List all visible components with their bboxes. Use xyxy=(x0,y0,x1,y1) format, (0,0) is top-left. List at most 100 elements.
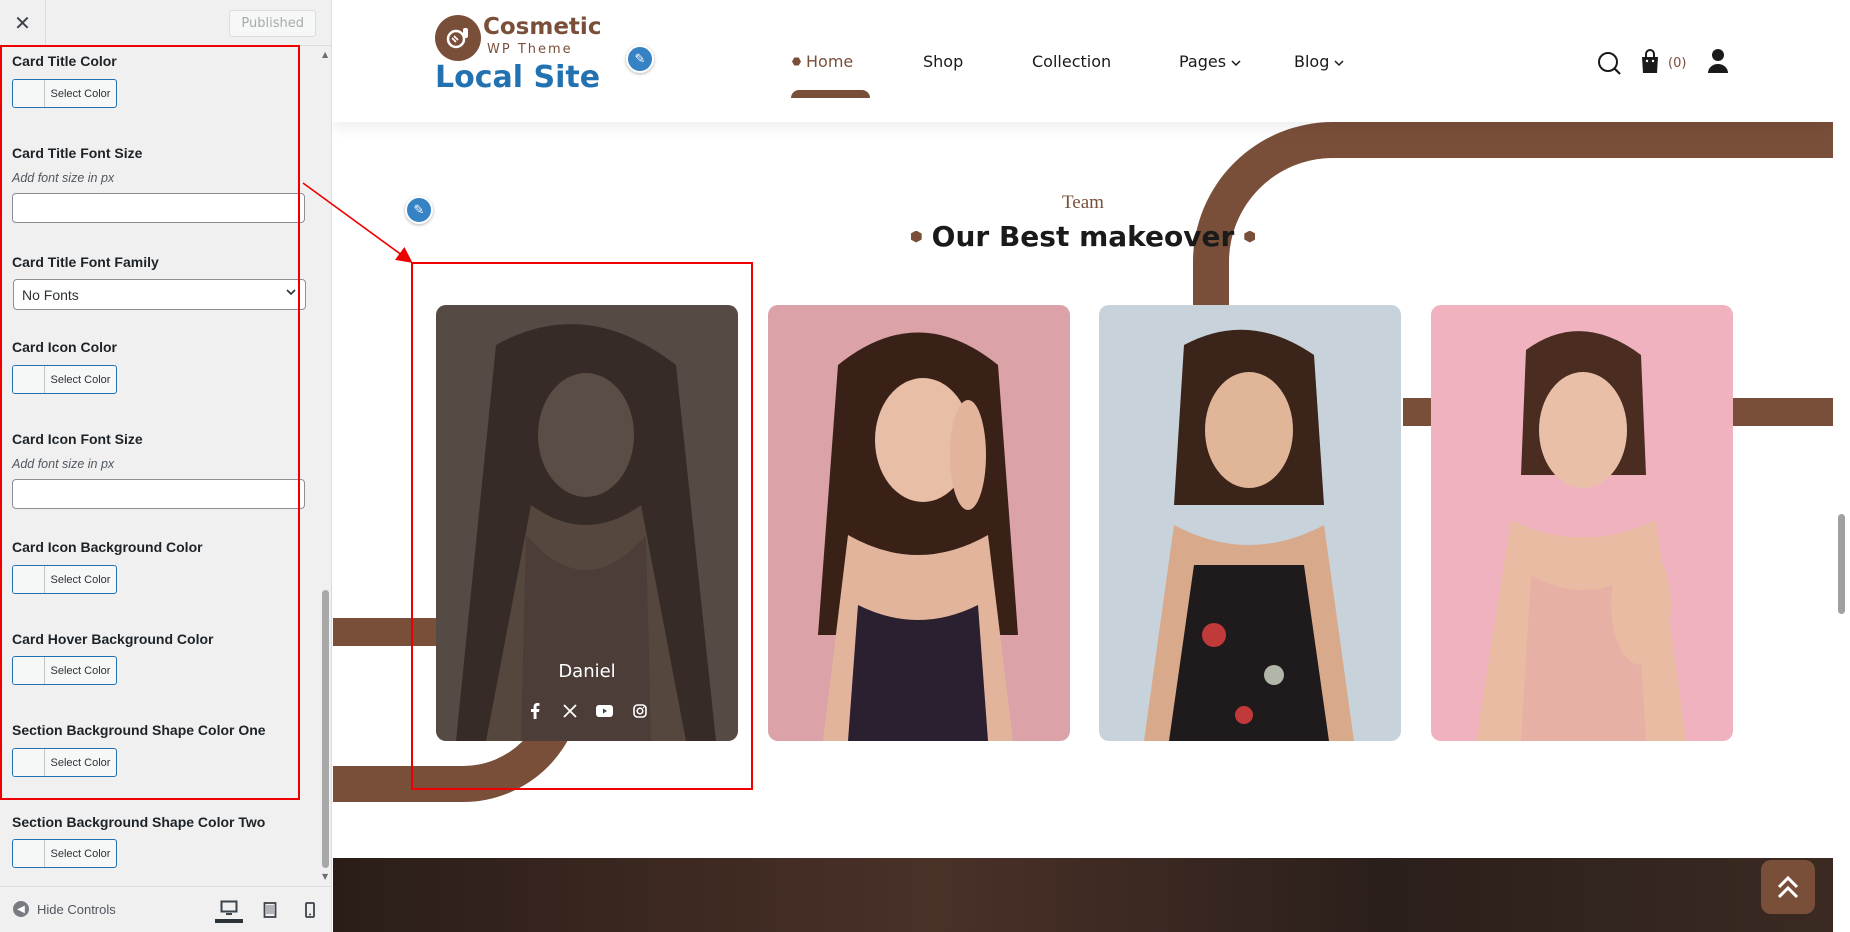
logo-subtitle: WP Theme xyxy=(487,42,573,57)
nav-label: Home xyxy=(806,52,854,71)
nav-home[interactable]: Home xyxy=(792,52,853,71)
card-hover-background-color-button[interactable]: Select Color xyxy=(12,656,117,685)
team-card[interactable]: Daniel xyxy=(436,305,738,741)
color-swatch xyxy=(13,80,45,107)
chevron-down-icon xyxy=(285,286,297,301)
control-description: Add font size in px xyxy=(12,171,115,185)
select-color-label: Select Color xyxy=(50,87,111,100)
preview-scrollbar[interactable] xyxy=(1833,0,1850,932)
control-description: Add font size in px xyxy=(12,457,115,471)
team-member-photo xyxy=(1099,305,1401,741)
search-icon[interactable] xyxy=(1596,50,1622,80)
section-title: Our Best makeover xyxy=(333,220,1833,253)
section-title-text: Our Best makeover xyxy=(931,220,1235,253)
section-shape-color-one-button[interactable]: Select Color xyxy=(12,748,117,777)
nav-blog[interactable]: Blog xyxy=(1294,52,1344,71)
nav-shop[interactable]: Shop xyxy=(923,52,963,71)
cosmetic-logo-icon xyxy=(435,15,481,61)
customizer-footer: ◀ Hide Controls xyxy=(0,886,331,932)
site-preview: Cosmetic WP Theme Local Site ✎ Home Shop… xyxy=(333,0,1850,932)
collapse-icon: ◀ xyxy=(13,901,29,917)
edit-shortcut-icon[interactable]: ✎ xyxy=(626,45,654,73)
nav-pages[interactable]: Pages xyxy=(1179,52,1241,71)
chevron-down-icon xyxy=(1334,52,1344,71)
chevron-down-icon xyxy=(1231,52,1241,71)
sidebar-scroll-thumb[interactable] xyxy=(322,590,329,868)
control-label: Card Hover Background Color xyxy=(12,631,214,647)
card-icon-color-button[interactable]: Select Color xyxy=(12,365,117,394)
color-swatch xyxy=(13,749,45,776)
team-member-photo xyxy=(768,305,1070,741)
cart-count: (0) xyxy=(1668,56,1687,71)
section-background-shape xyxy=(1733,398,1843,426)
instagram-icon[interactable] xyxy=(631,702,648,719)
control-label: Card Title Font Family xyxy=(12,254,159,270)
site-title[interactable]: Local Site xyxy=(435,60,600,95)
hide-controls-button[interactable]: ◀ Hide Controls xyxy=(13,901,116,917)
nav-active-indicator xyxy=(791,90,870,98)
team-card[interactable] xyxy=(1431,305,1733,741)
nav-label: Pages xyxy=(1179,52,1227,71)
select-color-label: Select Color xyxy=(50,373,111,386)
publish-button[interactable]: Published xyxy=(229,10,316,37)
card-icon-font-size-input[interactable] xyxy=(12,479,305,509)
nav-label: Shop xyxy=(923,52,964,71)
card-title-font-size-input[interactable] xyxy=(12,193,305,223)
select-color-label: Select Color xyxy=(50,756,111,769)
double-chevron-up-icon xyxy=(1777,875,1799,899)
logo-name: Cosmetic xyxy=(483,14,602,40)
hexagon-icon xyxy=(1244,230,1256,243)
customizer-header: ✕ Published xyxy=(0,0,331,46)
tablet-icon[interactable] xyxy=(256,897,284,923)
color-swatch xyxy=(13,657,45,684)
team-card[interactable] xyxy=(768,305,1070,741)
next-section-banner xyxy=(333,858,1833,932)
user-icon[interactable] xyxy=(1707,48,1729,78)
select-color-label: Select Color xyxy=(50,664,111,677)
scroll-up-icon[interactable]: ▲ xyxy=(322,50,328,59)
control-label: Card Title Font Size xyxy=(12,145,143,161)
control-label: Card Icon Font Size xyxy=(12,431,143,447)
cart-icon[interactable] xyxy=(1639,48,1661,78)
scroll-down-icon[interactable]: ▼ xyxy=(322,872,328,881)
x-icon[interactable] xyxy=(561,702,578,719)
control-label: Card Icon Background Color xyxy=(12,539,203,555)
facebook-icon[interactable] xyxy=(526,702,543,719)
scroll-to-top-button[interactable] xyxy=(1761,860,1815,914)
sidebar-scrollbar[interactable]: ▲ ▼ xyxy=(319,46,331,886)
color-swatch xyxy=(13,566,45,593)
section-shape-color-two-button[interactable]: Select Color xyxy=(12,839,117,868)
card-title-font-family-select[interactable]: No Fonts xyxy=(13,279,306,310)
section-tag: Team xyxy=(1062,192,1104,213)
hide-controls-label: Hide Controls xyxy=(37,901,116,917)
nav-label: Collection xyxy=(1032,52,1112,71)
card-title-color-button[interactable]: Select Color xyxy=(12,79,117,108)
select-color-label: Select Color xyxy=(50,847,111,860)
customizer-controls: Card Title Color Select Color Card Title… xyxy=(0,46,331,886)
site-header: Cosmetic WP Theme Local Site ✎ Home Shop… xyxy=(333,0,1833,122)
hexagon-icon xyxy=(910,230,922,243)
control-label: Card Icon Color xyxy=(12,339,118,355)
team-card[interactable] xyxy=(1099,305,1401,741)
close-icon[interactable]: ✕ xyxy=(0,0,46,46)
social-links xyxy=(436,702,738,719)
section-background-shape xyxy=(1403,398,1433,426)
mobile-icon[interactable] xyxy=(296,897,324,923)
control-label: Card Title Color xyxy=(12,53,117,69)
preview-scroll-thumb[interactable] xyxy=(1838,514,1845,614)
desktop-icon[interactable] xyxy=(215,897,243,923)
card-icon-background-color-button[interactable]: Select Color xyxy=(12,565,117,594)
control-label: Section Background Shape Color One xyxy=(12,722,266,738)
color-swatch xyxy=(13,366,45,393)
control-label: Section Background Shape Color Two xyxy=(12,814,266,830)
color-swatch xyxy=(13,840,45,867)
team-member-photo xyxy=(1431,305,1733,741)
card-title: Daniel xyxy=(558,661,616,682)
customizer-sidebar: ✕ Published Card Title Color Select Colo… xyxy=(0,0,332,932)
nav-label: Blog xyxy=(1294,52,1330,71)
select-color-label: Select Color xyxy=(50,573,111,586)
youtube-icon[interactable] xyxy=(596,702,613,719)
nav-active-dot xyxy=(792,57,801,66)
select-value: No Fonts xyxy=(22,286,79,303)
nav-collection[interactable]: Collection xyxy=(1032,52,1111,71)
